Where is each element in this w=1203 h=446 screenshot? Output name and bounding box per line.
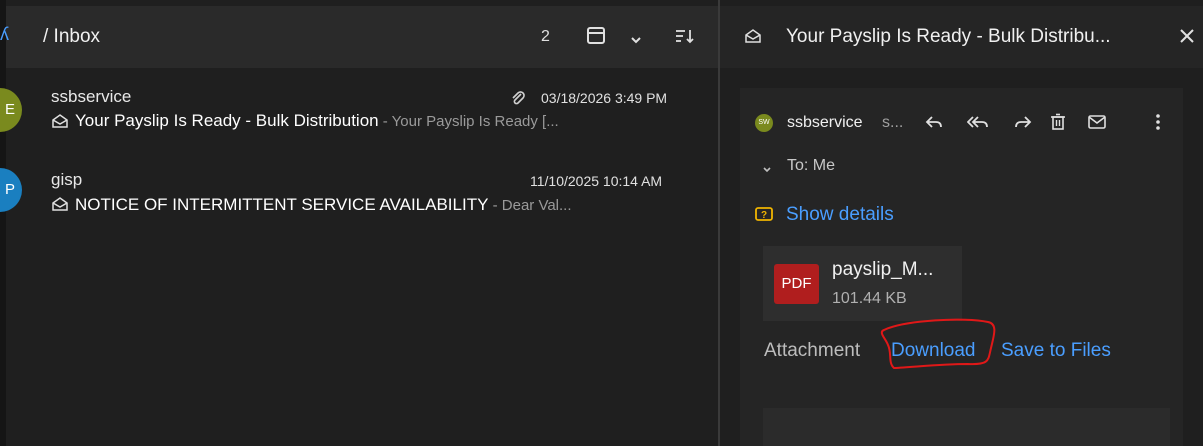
attachment-size: 101.44 KB [832, 290, 907, 307]
mail-icon[interactable] [1088, 115, 1106, 129]
annotation-circle [880, 318, 996, 370]
envelope-open-icon [744, 28, 762, 44]
message-preview: - Your Payslip Is Ready [... [378, 113, 559, 130]
reply-all-icon[interactable] [966, 114, 989, 130]
paperclip-icon [510, 90, 526, 106]
list-header [0, 6, 718, 68]
message-date: 03/18/2026 3:49 PM [541, 90, 668, 106]
message-sender: ssbservice [51, 87, 132, 106]
message-body-preview [763, 408, 1170, 446]
svg-text:?: ? [761, 210, 767, 221]
attachment-label: Attachment [764, 340, 861, 361]
attachment-name: payslip_M... [832, 259, 934, 280]
forward-icon[interactable] [1014, 114, 1032, 130]
unread-count: 2 [541, 28, 550, 45]
layout-icon[interactable] [587, 27, 605, 44]
message-preview: - Dear Val... [488, 197, 572, 214]
sort-icon[interactable] [675, 28, 695, 44]
message-subject-line: NOTICE OF INTERMITTENT SERVICE AVAILABIL… [75, 195, 572, 215]
chevron-down-icon[interactable] [629, 32, 643, 44]
more-options-icon[interactable] [1155, 113, 1161, 131]
message-sender: gisp [51, 170, 83, 189]
message-subject: Your Payslip Is Ready - Bulk Distributio… [75, 111, 379, 130]
question-badge-icon: ? [755, 206, 773, 222]
message-date: 11/10/2025 10:14 AM [530, 173, 663, 189]
chevron-down-icon[interactable] [762, 161, 772, 173]
pdf-file-icon: PDF [774, 264, 819, 304]
reply-icon[interactable] [925, 114, 943, 130]
sender-avatar: SW [755, 114, 773, 132]
envelope-open-icon [51, 196, 69, 212]
trash-icon[interactable] [1050, 113, 1066, 131]
close-icon[interactable] [1178, 27, 1196, 45]
show-details-link[interactable]: Show details [786, 204, 894, 226]
folder-title: / Inbox [43, 26, 101, 47]
recipients: To: Me [787, 157, 836, 174]
reader-sender-email: s... [882, 114, 904, 131]
message-subject-line: Your Payslip Is Ready - Bulk Distributio… [75, 111, 559, 131]
save-to-files-link[interactable]: Save to Files [1001, 340, 1111, 362]
envelope-open-icon [51, 113, 69, 129]
reader-sender-name[interactable]: ssbservice [787, 114, 863, 132]
reader-title: Your Payslip Is Ready - Bulk Distribu... [786, 26, 1111, 47]
folder-icon: ʎ [0, 24, 9, 44]
message-subject: NOTICE OF INTERMITTENT SERVICE AVAILABIL… [75, 195, 489, 214]
